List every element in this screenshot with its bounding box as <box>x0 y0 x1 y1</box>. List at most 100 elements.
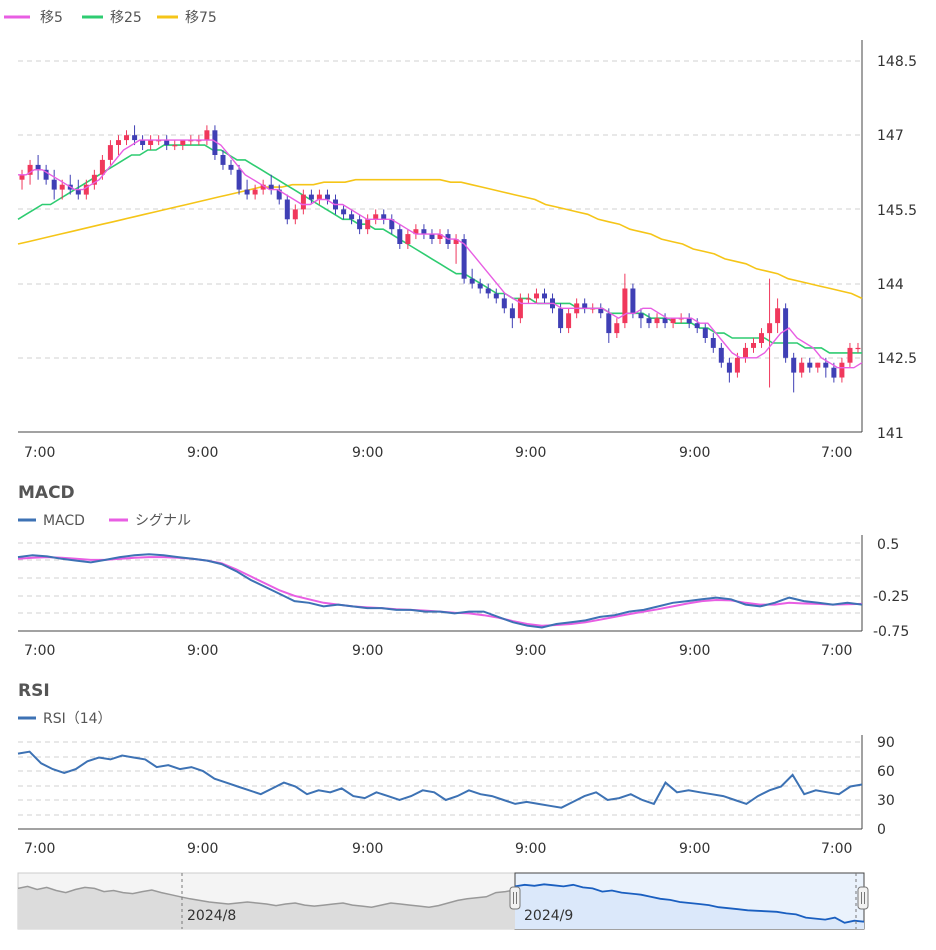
candle <box>534 293 539 299</box>
rsi-x-tick-label: 9:00 <box>187 841 218 857</box>
candle <box>421 229 427 235</box>
candle <box>292 209 298 220</box>
macd-title: MACD <box>18 483 75 503</box>
rsi-title: RSI <box>18 681 50 701</box>
main-grid <box>18 60 862 359</box>
candle <box>477 283 483 289</box>
candle <box>646 318 652 324</box>
candle <box>429 234 435 239</box>
macd-plot <box>17 553 863 629</box>
main-y-tick-label: 145.5 <box>877 203 917 219</box>
series-line-macd <box>17 553 863 629</box>
candle <box>99 159 105 175</box>
candle <box>566 313 572 329</box>
rsi-x-tick-label: 9:00 <box>679 841 710 857</box>
candle <box>622 288 628 324</box>
candle <box>606 313 612 334</box>
macd-grid <box>18 542 862 614</box>
candle <box>839 362 845 378</box>
main-x-tick-label: 7:00 <box>821 445 852 461</box>
legend-label-rsi: RSI（14） <box>43 711 112 727</box>
candle <box>558 308 564 329</box>
main-x-tick-label: 9:00 <box>679 445 710 461</box>
rsi-legend: RSI（14） <box>18 711 112 727</box>
series-line-signal <box>17 556 863 627</box>
candle <box>469 278 475 284</box>
main-x-tick-label: 9:00 <box>187 445 218 461</box>
rsi-x-tick-label: 7:00 <box>821 841 852 857</box>
candle <box>759 333 764 343</box>
candle <box>775 308 781 324</box>
candle <box>51 179 57 190</box>
range-navigator[interactable]: 2024/8 2024/9 <box>17 872 869 930</box>
main-x-tick-label: 9:00 <box>515 445 546 461</box>
candle <box>357 219 363 230</box>
candle <box>300 194 306 210</box>
handle-right-body[interactable] <box>857 886 869 910</box>
candle <box>702 328 708 338</box>
main-y-tick-label: 141 <box>877 426 904 442</box>
rsi-y-tick-label: 30 <box>877 793 895 809</box>
rsi-y-ticks: 90 60 30 0 <box>877 735 895 838</box>
handle-left-body[interactable] <box>509 886 521 910</box>
macd-x-tick-label: 9:00 <box>679 643 710 659</box>
candle <box>743 347 748 358</box>
macd-x-tick-label: 9:00 <box>352 643 383 659</box>
series-line-ma5 <box>18 139 863 369</box>
macd-x-tick-label: 9:00 <box>515 643 546 659</box>
navigator-handle-right[interactable] <box>857 886 869 910</box>
candle <box>485 288 491 294</box>
main-y-tick-label: 148.5 <box>877 54 917 70</box>
candle <box>116 140 121 145</box>
candle <box>59 184 65 190</box>
main-y-tick-label: 144 <box>877 277 904 293</box>
rsi-plot <box>17 750 863 809</box>
candle <box>204 130 210 141</box>
legend-label-signal: シグナル <box>135 513 191 529</box>
macd-x-tick-label: 7:00 <box>821 643 852 659</box>
series-line-rsi <box>17 750 863 809</box>
candle <box>397 229 403 244</box>
candle <box>172 145 178 147</box>
candle <box>807 362 813 368</box>
candle <box>686 318 692 324</box>
macd-x-tick-label: 9:00 <box>187 643 218 659</box>
macd-y-tick-label: -0.75 <box>873 624 909 640</box>
candle <box>405 234 411 244</box>
rsi-x-tick-label: 9:00 <box>515 841 546 857</box>
macd-y-tick-label: 0.5 <box>877 537 899 553</box>
candle <box>694 323 700 329</box>
candle <box>19 174 25 180</box>
candle <box>791 357 797 373</box>
candle <box>236 169 242 190</box>
candle <box>325 194 330 200</box>
candle <box>35 164 41 170</box>
candle <box>373 214 379 220</box>
macd-x-tick-label: 7:00 <box>24 643 55 659</box>
candle <box>75 189 81 195</box>
legend-label-ma25: 移25 <box>110 10 142 26</box>
candle <box>815 362 821 368</box>
main-x-tick-label: 7:00 <box>24 445 55 461</box>
legend-label-ma5: 移5 <box>40 10 63 26</box>
candle <box>630 288 636 314</box>
candle <box>349 214 355 220</box>
candle <box>831 367 837 378</box>
legend-label-ma75: 移75 <box>185 10 217 26</box>
candle <box>107 145 113 160</box>
candle <box>855 347 861 350</box>
candle <box>316 194 322 200</box>
main-x-ticks: 7:00 9:00 9:00 9:00 9:00 7:00 <box>24 445 852 461</box>
main-y-tick-label: 147 <box>877 128 904 144</box>
candle <box>381 214 387 220</box>
candle <box>493 293 499 299</box>
candle <box>662 318 668 324</box>
candle <box>823 362 829 368</box>
main-legend: 移5 移25 移75 <box>4 10 217 26</box>
candle <box>670 318 676 324</box>
candle <box>542 293 547 299</box>
legend-label-macd: MACD <box>43 513 85 529</box>
navigator-handle-left[interactable] <box>509 886 521 910</box>
candle <box>220 155 226 165</box>
candle <box>308 194 314 200</box>
